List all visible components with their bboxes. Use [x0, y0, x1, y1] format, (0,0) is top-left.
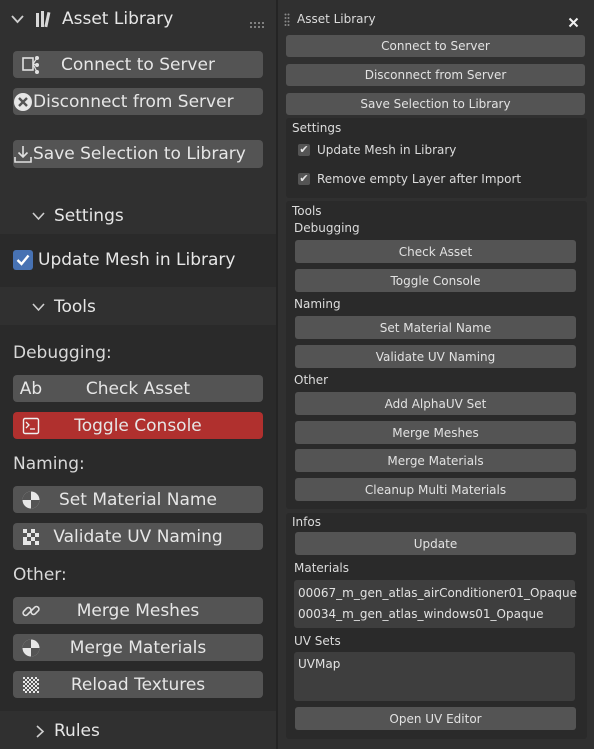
rules-section-header[interactable]: Rules [0, 718, 276, 744]
remove-layer-checkbox[interactable]: ✔ [298, 173, 310, 185]
update-mesh-label: Update Mesh in Library [317, 143, 457, 157]
update-mesh-checkbox-row[interactable]: Update Mesh in Library [13, 250, 235, 270]
toggle-console-button[interactable]: Toggle Console [295, 269, 576, 292]
update-mesh-checkbox[interactable] [13, 250, 33, 270]
debugging-label: Debugging: [13, 343, 112, 363]
merge-materials-button[interactable]: Merge Materials [13, 634, 263, 661]
remove-layer-label: Remove empty Layer after Import [317, 172, 522, 186]
save-selection-button[interactable]: Save Selection to Library [13, 140, 263, 168]
merge-materials-label: Merge Materials [69, 637, 207, 658]
link-icon [13, 597, 49, 624]
validate-uv-naming-label: Validate UV Naming [53, 526, 223, 547]
cleanup-multi-materials-button[interactable]: Cleanup Multi Materials [295, 478, 576, 501]
naming-label: Naming: [13, 454, 85, 474]
connect-server-button[interactable]: Connect to Server [286, 35, 585, 57]
other-label: Other: [13, 565, 67, 585]
drag-handle-icon[interactable] [249, 14, 265, 34]
drag-handle-icon[interactable] [284, 12, 290, 31]
text-ab-icon: Ab [19, 378, 43, 399]
cancel-icon [13, 88, 33, 115]
settings-section-header[interactable]: Settings [0, 203, 276, 229]
merge-materials-button[interactable]: Merge Materials [295, 449, 576, 472]
update-mesh-checkbox-row[interactable]: ✔ Update Mesh in Library [298, 143, 456, 157]
left-panel: Asset Library Connect to Server Disconne… [0, 0, 276, 749]
network-icon [13, 51, 49, 78]
console-icon [13, 412, 49, 439]
check-asset-label: Check Asset [85, 378, 191, 399]
validate-uv-naming-button[interactable]: Validate UV Naming [13, 523, 263, 550]
update-mesh-checkbox[interactable]: ✔ [298, 144, 310, 156]
tools-label: Tools [292, 204, 322, 218]
import-icon [13, 140, 33, 168]
tools-label: Tools [54, 297, 96, 317]
close-icon[interactable] [568, 13, 579, 32]
tools-section-header[interactable]: Tools [0, 294, 276, 320]
material-icon [13, 634, 49, 661]
reload-textures-button[interactable]: Reload Textures [13, 671, 263, 698]
connect-server-button[interactable]: Connect to Server [13, 51, 263, 78]
merge-meshes-button[interactable]: Merge Meshes [295, 421, 576, 444]
library-icon [34, 9, 54, 29]
validate-uv-naming-button[interactable]: Validate UV Naming [295, 345, 576, 368]
open-uv-editor-button[interactable]: Open UV Editor [295, 707, 576, 730]
materials-label: Materials [294, 561, 350, 575]
other-label: Other [294, 373, 329, 387]
checker-texture-icon [13, 671, 49, 698]
uv-grid-icon [13, 523, 49, 550]
check-asset-button[interactable]: Ab Check Asset [13, 375, 263, 402]
rules-label: Rules [54, 721, 100, 741]
chevron-right-icon [36, 724, 45, 738]
list-item[interactable]: 00034_m_gen_atlas_windows01_Opaque [294, 603, 575, 624]
panel-title: Asset Library [297, 12, 376, 26]
infos-label: Infos [292, 515, 321, 529]
disconnect-server-button[interactable]: Disconnect from Server [286, 64, 585, 86]
toggle-console-label: Toggle Console [74, 415, 202, 436]
settings-label: Settings [54, 206, 124, 226]
remove-layer-checkbox-row[interactable]: ✔ Remove empty Layer after Import [298, 172, 521, 186]
disconnect-server-label: Disconnect from Server [33, 91, 234, 112]
toggle-console-button[interactable]: Toggle Console [13, 412, 263, 439]
list-item[interactable]: 00067_m_gen_atlas_airConditioner01_Opaqu… [294, 582, 577, 603]
save-selection-label: Save Selection to Library [33, 144, 246, 164]
check-asset-button[interactable]: Check Asset [295, 240, 576, 263]
uv-sets-label: UV Sets [294, 634, 341, 648]
chevron-down-icon[interactable] [10, 14, 24, 24]
save-selection-button[interactable]: Save Selection to Library [286, 93, 585, 115]
material-icon [13, 486, 49, 513]
disconnect-server-button[interactable]: Disconnect from Server [13, 88, 263, 115]
materials-list[interactable]: 00067_m_gen_atlas_airConditioner01_Opaqu… [294, 580, 577, 628]
set-material-name-button[interactable]: Set Material Name [295, 316, 576, 339]
naming-label: Naming [294, 297, 341, 311]
connect-server-label: Connect to Server [61, 54, 215, 75]
chevron-down-icon [32, 211, 45, 221]
panel-title: Asset Library [62, 9, 174, 29]
debugging-label: Debugging [294, 221, 360, 235]
reload-textures-label: Reload Textures [70, 674, 206, 695]
right-panel: Asset Library Connect to Server Disconne… [278, 0, 594, 749]
settings-label: Settings [292, 121, 342, 135]
merge-meshes-label: Merge Meshes [76, 600, 200, 621]
uv-sets-list[interactable]: UVMap [294, 652, 575, 701]
update-button[interactable]: Update [295, 532, 576, 555]
panel-header[interactable]: Asset Library [0, 6, 276, 32]
set-material-name-button[interactable]: Set Material Name [13, 486, 263, 513]
chevron-down-icon [32, 302, 45, 312]
update-mesh-label: Update Mesh in Library [38, 250, 236, 270]
set-material-name-label: Set Material Name [59, 489, 217, 510]
add-alpha-uv-button[interactable]: Add AlphaUV Set [295, 392, 576, 415]
list-item[interactable]: UVMap [294, 653, 575, 674]
merge-meshes-button[interactable]: Merge Meshes [13, 597, 263, 624]
